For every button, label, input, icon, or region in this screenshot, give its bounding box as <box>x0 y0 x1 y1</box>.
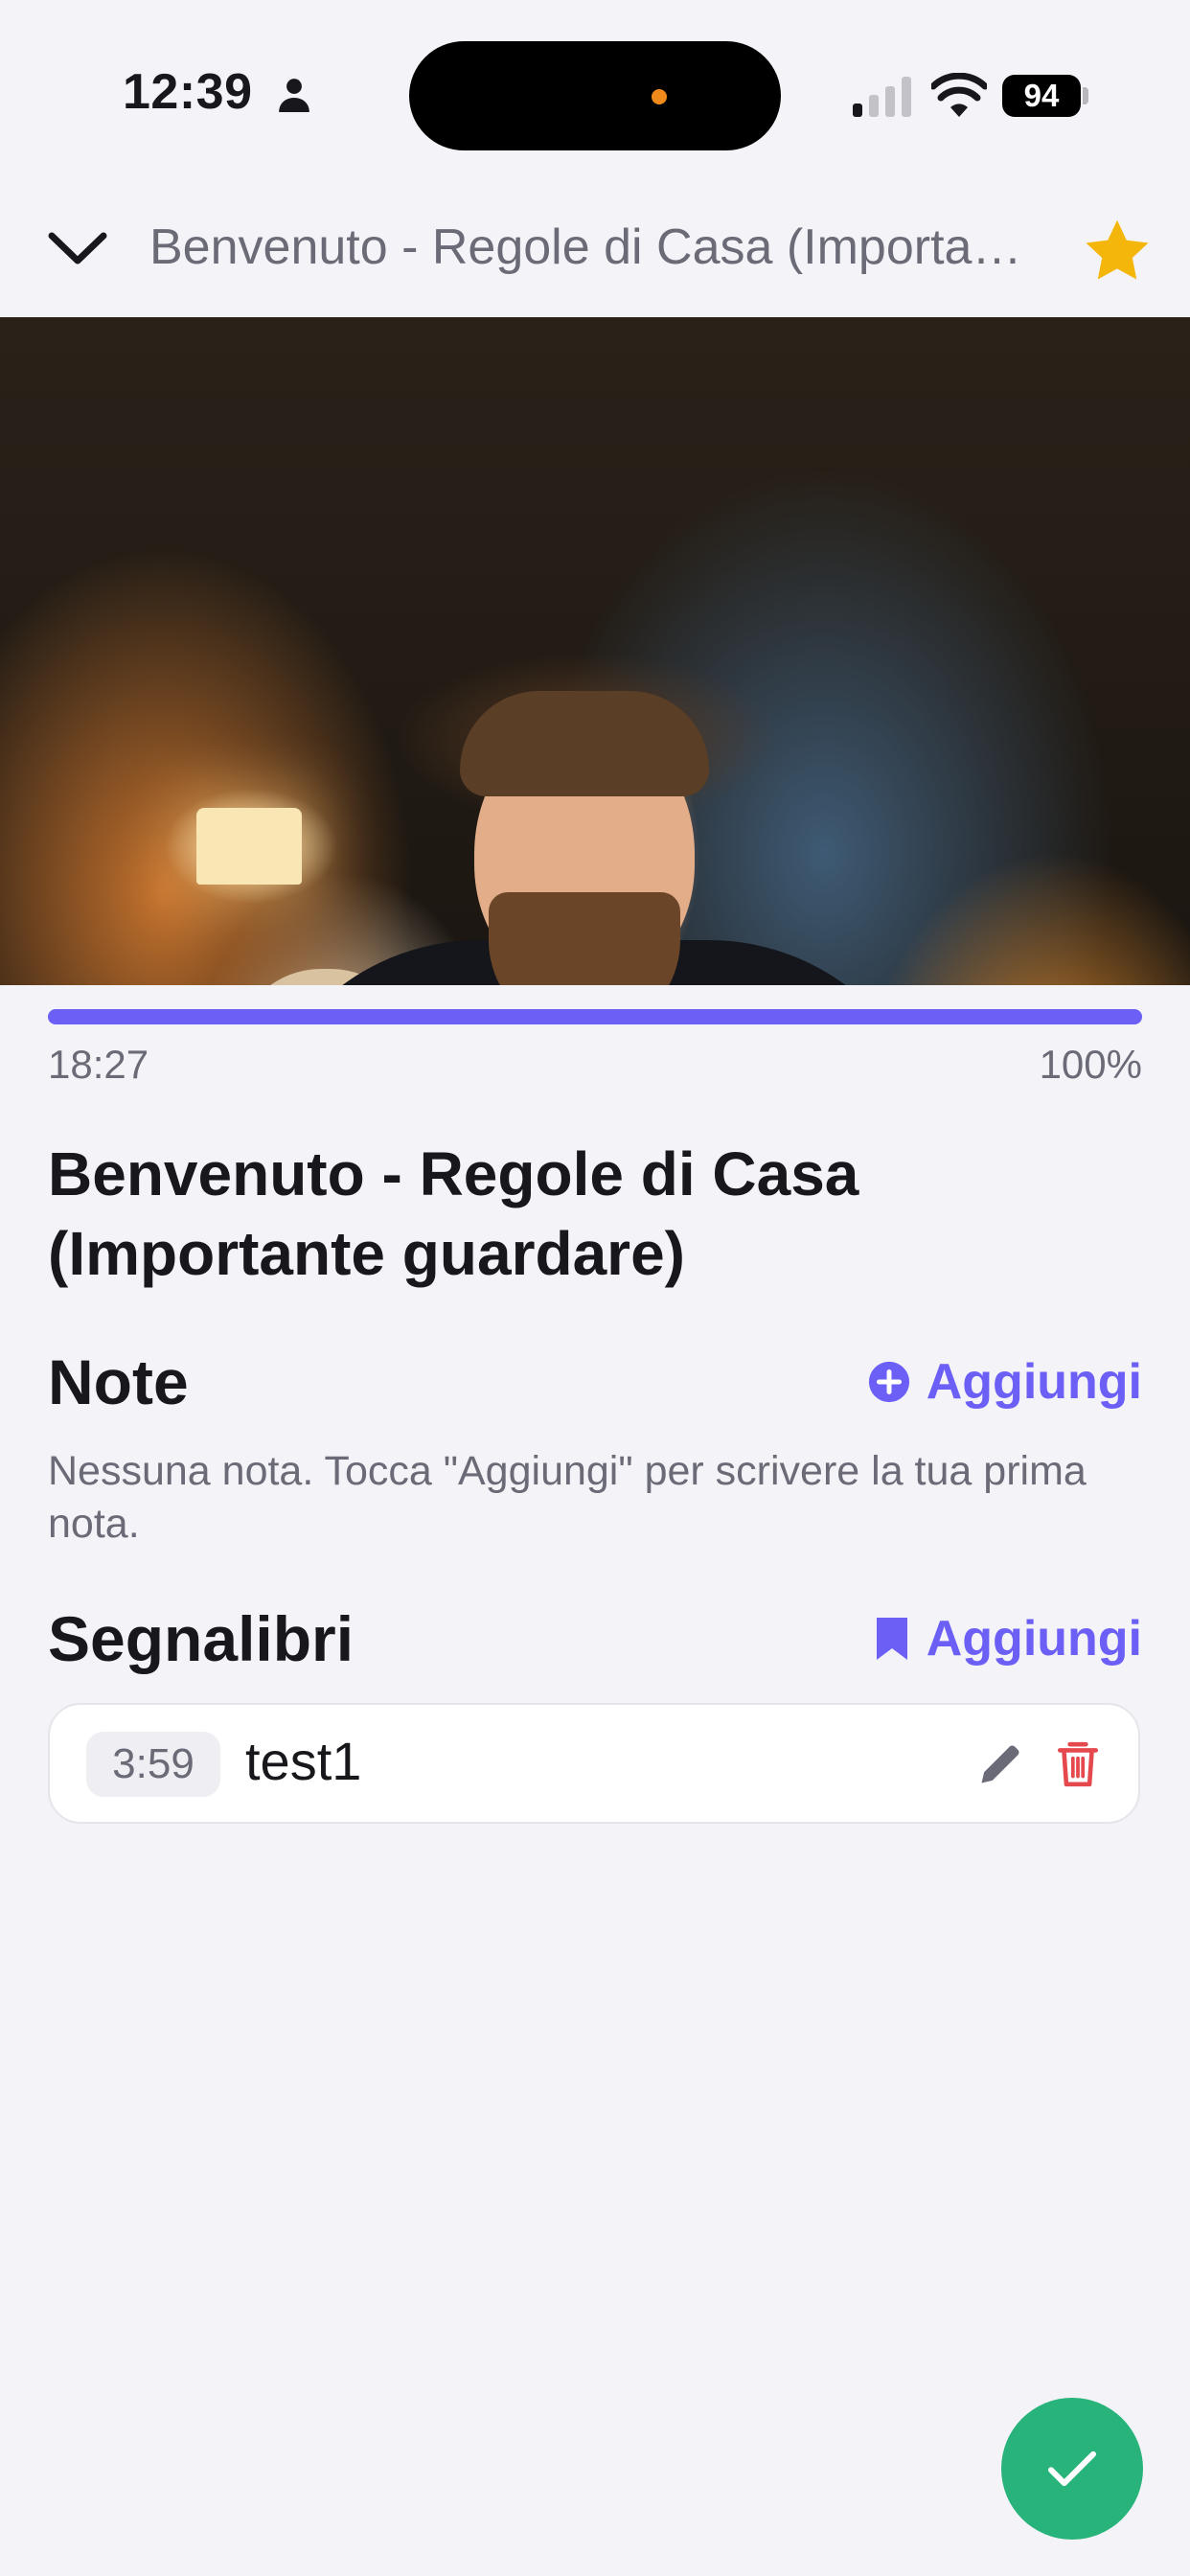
bookmark-timestamp[interactable]: 3:59 <box>86 1732 220 1797</box>
video-player[interactable] <box>0 317 1190 985</box>
chevron-down-icon[interactable] <box>46 224 109 272</box>
trash-icon[interactable] <box>1054 1737 1102 1791</box>
playback-time: 18:27 <box>48 1042 149 1087</box>
add-note-label: Aggiungi <box>926 1354 1142 1410</box>
bookmark-item[interactable]: 3:59 test1 <box>48 1703 1140 1824</box>
privacy-indicator-dot <box>652 89 667 104</box>
battery-indicator: 94 <box>1002 75 1081 117</box>
notes-title: Note <box>48 1346 189 1417</box>
video-frame-beard <box>489 892 680 985</box>
edit-pencil-icon[interactable] <box>975 1739 1025 1789</box>
bookmark-icon <box>876 1618 907 1660</box>
add-bookmark-button[interactable]: Aggiungi <box>873 1610 1142 1668</box>
bookmark-label: test1 <box>245 1731 362 1791</box>
person-icon <box>279 79 309 112</box>
video-title: Benvenuto - Regole di Casa (Importante g… <box>48 1139 859 1288</box>
checkmark-icon <box>1047 2450 1097 2487</box>
progress-percent: 100% <box>1039 1042 1142 1087</box>
status-time: 12:39 <box>123 64 253 120</box>
add-bookmark-label: Aggiungi <box>926 1611 1142 1667</box>
video-frame-lamp <box>196 808 302 885</box>
add-note-button[interactable]: Aggiungi <box>867 1353 1142 1411</box>
wifi-icon <box>931 73 987 117</box>
cellular-signal-icon <box>853 77 911 117</box>
progress-fill <box>48 1009 1142 1024</box>
done-button[interactable] <box>1001 2398 1143 2540</box>
video-frame-hair <box>460 691 709 796</box>
plus-circle-icon <box>868 1361 909 1403</box>
dynamic-island <box>409 41 781 150</box>
bookmarks-title: Segnalibri <box>48 1603 355 1674</box>
battery-nub <box>1083 87 1088 104</box>
favorite-star-icon[interactable] <box>1081 215 1154 288</box>
header-title: Benvenuto - Regole di Casa (Importante g… <box>149 219 1041 275</box>
notes-empty-text: Nessuna nota. Tocca "Aggiungi" per scriv… <box>48 1448 1087 1547</box>
